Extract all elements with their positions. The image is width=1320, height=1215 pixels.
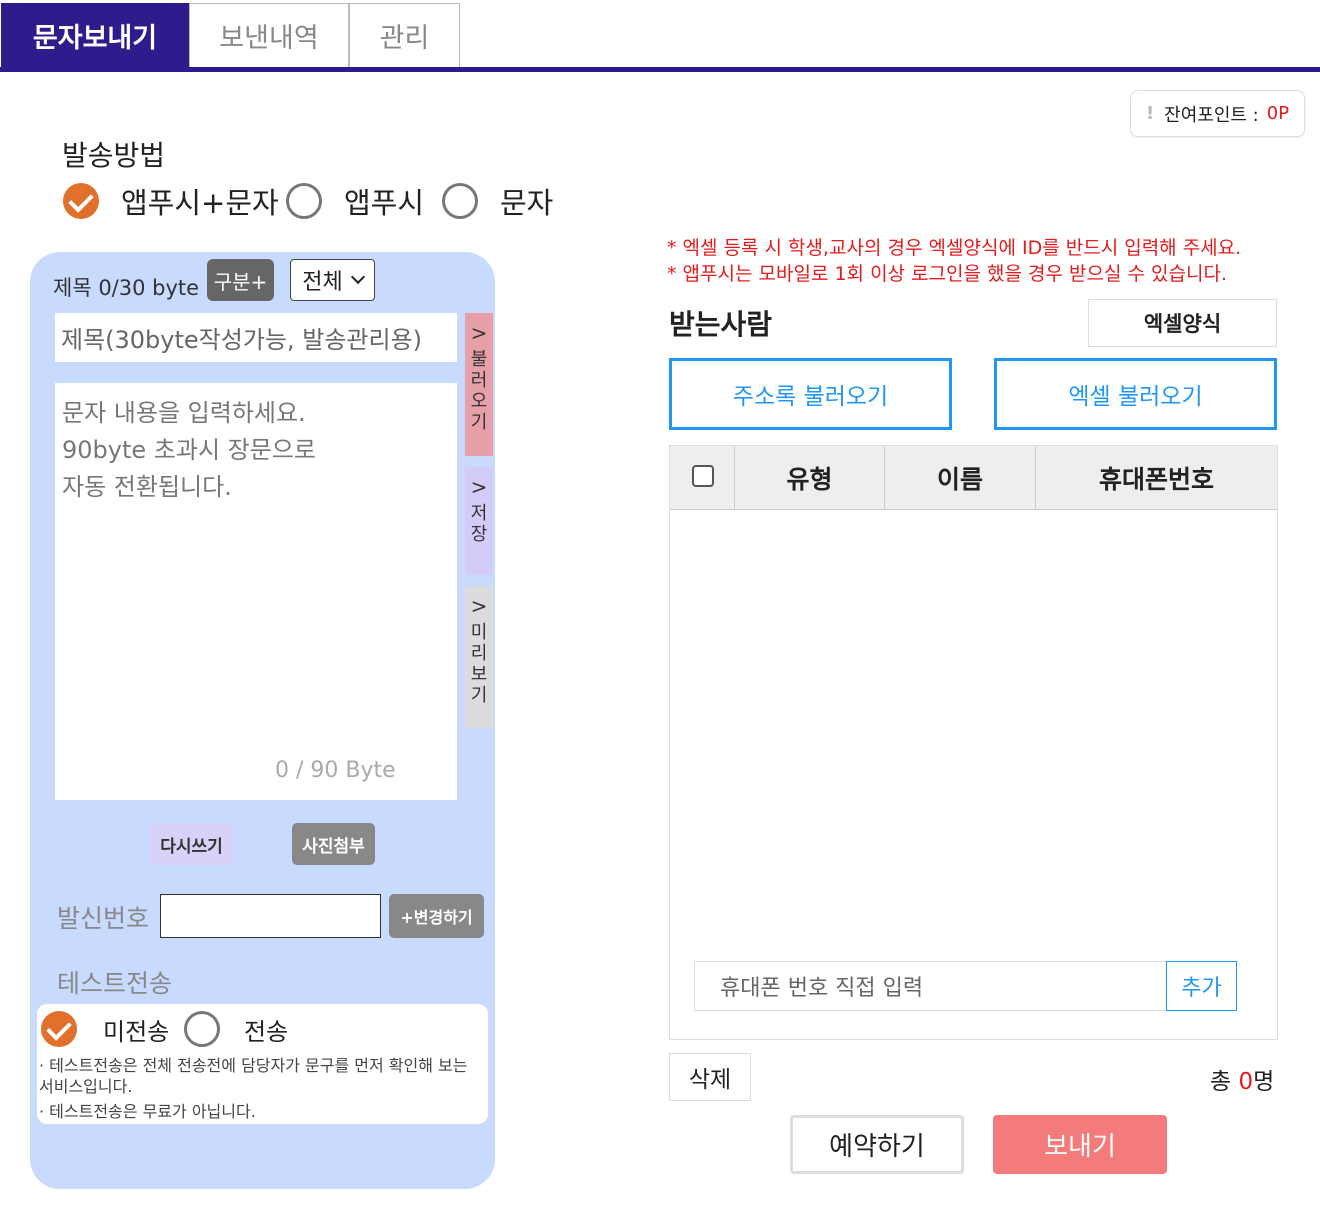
notice-apppush: * 앱푸시는 모바일로 1회 이상 로그인을 했을 경우 받으실 수 있습니다. [667, 263, 1227, 285]
total-count: 총 0명 [1210, 1062, 1274, 1096]
table-header: 유형 이름 휴대폰번호 [670, 446, 1277, 510]
radio-label: 미전송 [103, 1017, 170, 1046]
radio-unchecked-icon[interactable] [184, 1011, 220, 1047]
radio-test-not-send[interactable]: 미전송 [41, 1011, 169, 1047]
chevron-right-icon: > [470, 475, 488, 499]
test-note: · 테스트전송은 무료가 아닙니다. [39, 1102, 256, 1121]
radio-unchecked-icon[interactable] [442, 183, 478, 219]
reserve-button[interactable]: 예약하기 [790, 1115, 964, 1174]
add-recipient-button[interactable]: 추가 [1166, 961, 1237, 1011]
tab-underline [0, 67, 1320, 72]
notice-excel: * 엑셀 등록 시 학생,교사의 경우 엑셀양식에 ID를 반드시 입력해 주세… [667, 237, 1242, 259]
side-tab-char: 오 [470, 391, 488, 412]
test-note: · 테스트전송은 전체 전송전에 담당자가 문구를 먼저 확인해 보는 서비스입… [39, 1056, 468, 1096]
radio-unchecked-icon[interactable] [286, 183, 322, 219]
side-tab-char: 러 [470, 370, 488, 391]
total-number: 0 [1238, 1069, 1254, 1095]
message-placeholder-line: 문자 내용을 입력하세요. [62, 399, 306, 427]
tab-manage[interactable]: 관리 [349, 3, 460, 67]
chevron-right-icon: > [470, 321, 488, 345]
radio-label: 앱푸시 [344, 186, 425, 220]
side-tab-preview[interactable]: > 미 리 보 기 [465, 586, 493, 728]
phone-input-placeholder: 휴대폰 번호 직접 입력 [720, 976, 924, 1001]
sender-number-input[interactable] [160, 894, 381, 938]
radio-apppush-sms[interactable]: 앱푸시+문자 [63, 180, 279, 222]
excel-load-button[interactable]: 엑셀 불러오기 [994, 358, 1277, 430]
change-sender-button[interactable]: +변경하기 [389, 894, 484, 938]
address-book-button[interactable]: 주소록 불러오기 [669, 358, 952, 430]
radio-label: 전송 [244, 1017, 289, 1046]
test-send-box: 미전송 전송 · 테스트전송은 전체 전송전에 담당자가 문구를 먼저 확인해 … [37, 1004, 488, 1124]
total-suffix: 명 [1253, 1069, 1275, 1095]
recipients-title: 받는사람 [669, 308, 773, 341]
subject-placeholder: 제목(30byte작성가능, 발송관리용) [61, 326, 423, 354]
tab-bar: 문자보내기 보낸내역 관리 [0, 0, 1320, 72]
chevron-down-icon [350, 269, 365, 285]
side-tab-save[interactable]: > 저 장 [465, 467, 493, 575]
radio-apppush[interactable]: 앱푸시 [286, 180, 424, 222]
tab-sent-history[interactable]: 보낸내역 [189, 3, 349, 67]
rewrite-button[interactable]: 다시쓰기 [150, 823, 233, 865]
subject-input[interactable]: 제목(30byte작성가능, 발송관리용) [55, 313, 457, 362]
side-tab-char: 장 [470, 524, 488, 545]
radio-checked-icon[interactable] [63, 183, 99, 219]
category-add-button[interactable]: 구분+ [207, 259, 274, 301]
side-tab-char: 미 [470, 622, 488, 643]
subject-byte-label: 제목 0/30 byte [53, 276, 200, 300]
radio-sms[interactable]: 문자 [442, 180, 553, 222]
side-tab-load[interactable]: > 불 러 오 기 [465, 313, 493, 456]
excel-form-button[interactable]: 엑셀양식 [1088, 299, 1277, 347]
chevron-right-icon: > [470, 594, 488, 618]
select-all-checkbox[interactable] [692, 465, 714, 487]
radio-checked-icon[interactable] [41, 1011, 77, 1047]
side-tab-char: 보 [470, 664, 488, 685]
message-byte-counter: 0 / 90 Byte [275, 758, 396, 783]
delete-button[interactable]: 삭제 [669, 1053, 751, 1101]
send-method-title: 발송방법 [62, 139, 166, 172]
side-tab-char: 불 [470, 349, 488, 370]
message-textarea[interactable]: 문자 내용을 입력하세요. 90byte 초과시 장문으로 자동 전환됩니다. … [55, 383, 457, 800]
total-prefix: 총 [1210, 1069, 1239, 1095]
radio-test-send[interactable]: 전송 [184, 1011, 288, 1047]
side-tab-char: 리 [470, 643, 488, 664]
category-select-value: 전체 [302, 270, 343, 295]
points-label: 잔여포인트 : [1164, 104, 1259, 126]
send-button[interactable]: 보내기 [993, 1115, 1167, 1174]
radio-label: 문자 [500, 186, 554, 220]
test-send-label: 테스트전송 [57, 969, 173, 998]
category-select[interactable]: 전체 [290, 259, 375, 301]
attach-photo-button[interactable]: 사진첨부 [292, 823, 375, 865]
side-tab-char: 기 [470, 412, 488, 433]
message-placeholder-line: 자동 전환됩니다. [62, 473, 232, 501]
tab-send-message[interactable]: 문자보내기 [1, 3, 189, 67]
sender-number-label: 발신번호 [57, 904, 150, 933]
column-phone: 휴대폰번호 [1035, 446, 1277, 510]
phone-direct-input[interactable]: 휴대폰 번호 직접 입력 [694, 961, 1167, 1011]
radio-label: 앱푸시+문자 [121, 186, 279, 220]
points-value: 0P [1266, 103, 1290, 124]
recipients-table: 유형 이름 휴대폰번호 [669, 445, 1278, 1040]
remaining-points-box: ! 잔여포인트 : 0P [1130, 90, 1305, 137]
column-name: 이름 [884, 446, 1035, 510]
side-tab-char: 기 [470, 685, 488, 706]
message-placeholder-line: 90byte 초과시 장문으로 [62, 436, 316, 464]
column-type: 유형 [734, 446, 884, 510]
exclamation-icon: ! [1145, 103, 1155, 124]
side-tab-char: 저 [470, 503, 488, 524]
